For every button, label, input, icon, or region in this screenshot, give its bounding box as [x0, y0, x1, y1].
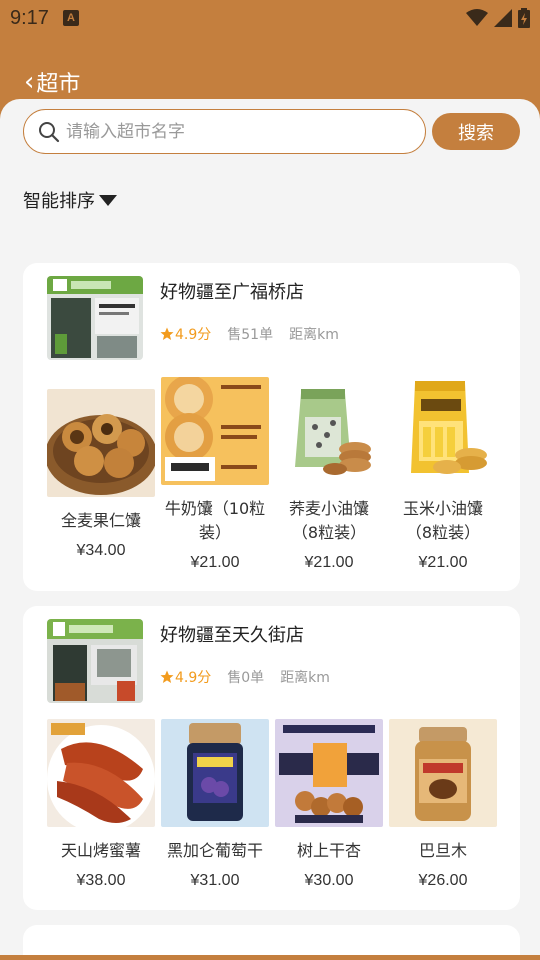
product-price: ¥34.00: [76, 542, 126, 559]
product-price: ¥21.00: [190, 554, 240, 571]
product-name: 玉米小油馕（8粒装）: [402, 499, 483, 542]
product-price: ¥21.00: [304, 554, 354, 571]
main-content: 搜索 智能排序 好物疆至广福桥店 4.9分: [0, 99, 540, 960]
rating-value: 4.9分: [175, 327, 212, 343]
wifi-icon: [466, 9, 488, 26]
status-bar: 9:17 A: [0, 0, 540, 36]
store-photo: [47, 619, 143, 703]
store-name: 好物疆至天久街店: [160, 625, 304, 646]
signal-icon: [494, 9, 512, 27]
distance: 距离km: [289, 327, 339, 343]
product-item[interactable]: 树上干杏 ¥30.00: [275, 719, 383, 890]
product-item[interactable]: 玉米小油馕（8粒装） ¥21.00: [389, 377, 497, 572]
store-photo: [47, 276, 143, 360]
bottom-strip: [0, 955, 540, 960]
product-item[interactable]: 黑加仑葡萄干 ¥31.00: [161, 719, 269, 890]
product-image: [275, 377, 383, 485]
rating: 4.9分: [160, 324, 211, 344]
status-icons: [466, 8, 530, 28]
product-name: 黑加仑葡萄干: [166, 841, 263, 860]
search-button[interactable]: 搜索: [432, 113, 520, 150]
rating-value: 4.9分: [175, 670, 212, 686]
store-card[interactable]: 好物疆至广福桥店 4.9分 售51单 距离km 全麦果仁馕 ¥34.00 牛奶馕…: [23, 263, 520, 591]
product-price: ¥38.00: [76, 872, 126, 889]
distance: 距离km: [280, 670, 330, 686]
search-icon: [39, 121, 60, 142]
store-meta: 4.9分 售0单 距离km: [160, 667, 330, 687]
search-row: 搜索: [23, 109, 520, 154]
back-arrow-icon[interactable]: ‹: [24, 69, 34, 95]
product-name: 牛奶馕（10粒装）: [164, 499, 266, 542]
product-item[interactable]: 荞麦小油馕（8粒装） ¥21.00: [275, 377, 383, 572]
product-image: [161, 719, 269, 827]
store-meta: 4.9分 售51单 距离km: [160, 324, 339, 344]
accessibility-icon: A: [62, 10, 79, 26]
store-name: 好物疆至广福桥店: [160, 282, 304, 303]
page-title: 超市: [36, 72, 81, 97]
product-name: 天山烤蜜薯: [60, 841, 141, 860]
product-image: [161, 377, 269, 485]
star-icon: [160, 670, 174, 683]
product-price: ¥21.00: [418, 554, 468, 571]
product-name: 荞麦小油馕（8粒装）: [288, 499, 369, 542]
product-item[interactable]: 牛奶馕（10粒装） ¥21.00: [161, 377, 269, 572]
product-item[interactable]: 天山烤蜜薯 ¥38.00: [47, 719, 155, 890]
store-card[interactable]: 好物疆至天久街店 4.9分 售0单 距离km 天山烤蜜薯 ¥38.00 黑加仑葡…: [23, 606, 520, 910]
app-header: ‹ 超市: [0, 60, 540, 104]
product-name: 全麦果仁馕: [60, 511, 141, 530]
star-icon: [160, 327, 174, 340]
product-name: 巴旦木: [418, 841, 467, 860]
status-time: 9:17: [10, 6, 49, 29]
rating: 4.9分: [160, 667, 211, 687]
product-price: ¥30.00: [304, 872, 354, 889]
product-item[interactable]: 全麦果仁馕 ¥34.00: [47, 389, 155, 560]
sales-count: 售51单: [227, 327, 274, 343]
product-image: [47, 719, 155, 827]
search-box[interactable]: [23, 109, 426, 154]
product-price: ¥26.00: [418, 872, 468, 889]
product-price: ¥31.00: [190, 872, 240, 889]
product-image: [389, 377, 497, 485]
product-image: [389, 719, 497, 827]
sales-count: 售0单: [227, 670, 265, 686]
product-image: [275, 719, 383, 827]
sort-label: 智能排序: [23, 191, 95, 212]
search-input[interactable]: [66, 121, 396, 142]
battery-icon: [518, 8, 530, 28]
product-item[interactable]: 巴旦木 ¥26.00: [389, 719, 497, 890]
product-name: 树上干杏: [296, 841, 361, 860]
caret-down-icon: [99, 194, 117, 206]
product-image: [47, 389, 155, 497]
sort-dropdown[interactable]: 智能排序: [23, 187, 117, 213]
